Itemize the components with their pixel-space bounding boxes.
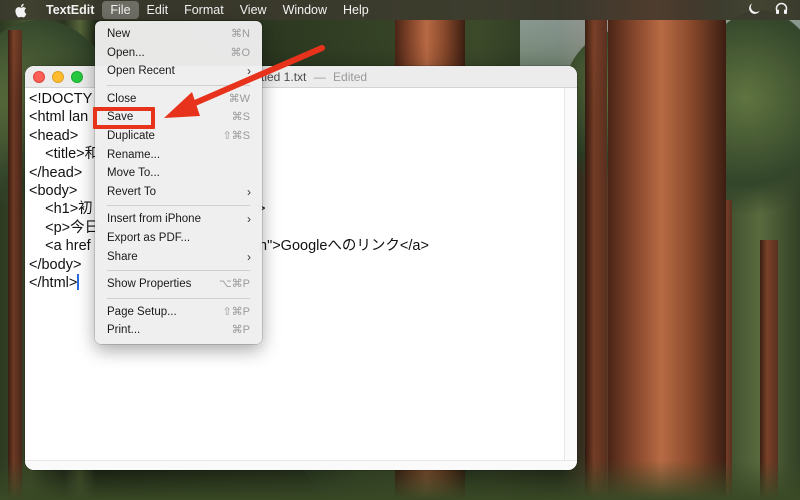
menu-item-move-to[interactable]: Move To... [95, 164, 262, 183]
moon-icon[interactable] [748, 2, 761, 18]
horizontal-scrollbar[interactable] [25, 460, 577, 470]
menu-help[interactable]: Help [335, 0, 377, 20]
menu-separator [95, 266, 262, 275]
menu-item-page-setup[interactable]: Page Setup... ⇧⌘P [95, 303, 262, 322]
menu-separator [95, 201, 262, 210]
text-cursor [77, 273, 79, 290]
red-arrow-icon [164, 45, 325, 118]
menu-window[interactable]: Window [275, 0, 335, 20]
tree-trunk [8, 30, 22, 500]
edited-status: Edited [333, 70, 368, 84]
minimize-button[interactable] [52, 71, 64, 83]
menu-item-export-pdf[interactable]: Export as PDF... [95, 229, 262, 248]
save-highlight-box [93, 107, 155, 129]
headphones-icon[interactable] [775, 2, 788, 18]
menu-item-revert-to[interactable]: Revert To › [95, 183, 262, 202]
zoom-button[interactable] [71, 71, 83, 83]
chevron-right-icon: › [247, 212, 251, 227]
menu-format[interactable]: Format [176, 0, 232, 20]
chevron-right-icon: › [247, 184, 251, 199]
apple-logo-icon[interactable] [14, 2, 30, 18]
menu-item-insert-from-iphone[interactable]: Insert from iPhone › [95, 210, 262, 229]
close-button[interactable] [33, 71, 45, 83]
sequoia-trunk [608, 20, 726, 500]
menu-app-name[interactable]: TextEdit [44, 0, 102, 20]
menu-item-rename[interactable]: Rename... [95, 146, 262, 165]
tree-trunk [585, 20, 607, 500]
menu-file[interactable]: File [102, 1, 139, 19]
menu-item-share[interactable]: Share › [95, 248, 262, 267]
menu-item-print[interactable]: Print... ⌘P [95, 321, 262, 340]
menu-bar: TextEdit File Edit Format View Window He… [0, 0, 800, 20]
chevron-right-icon: › [247, 249, 251, 264]
menu-item-show-properties[interactable]: Show Properties ⌥⌘P [95, 275, 262, 294]
menu-edit[interactable]: Edit [139, 0, 177, 20]
menu-separator [95, 294, 262, 303]
vertical-scrollbar[interactable] [564, 88, 577, 460]
menu-view[interactable]: View [232, 0, 275, 20]
